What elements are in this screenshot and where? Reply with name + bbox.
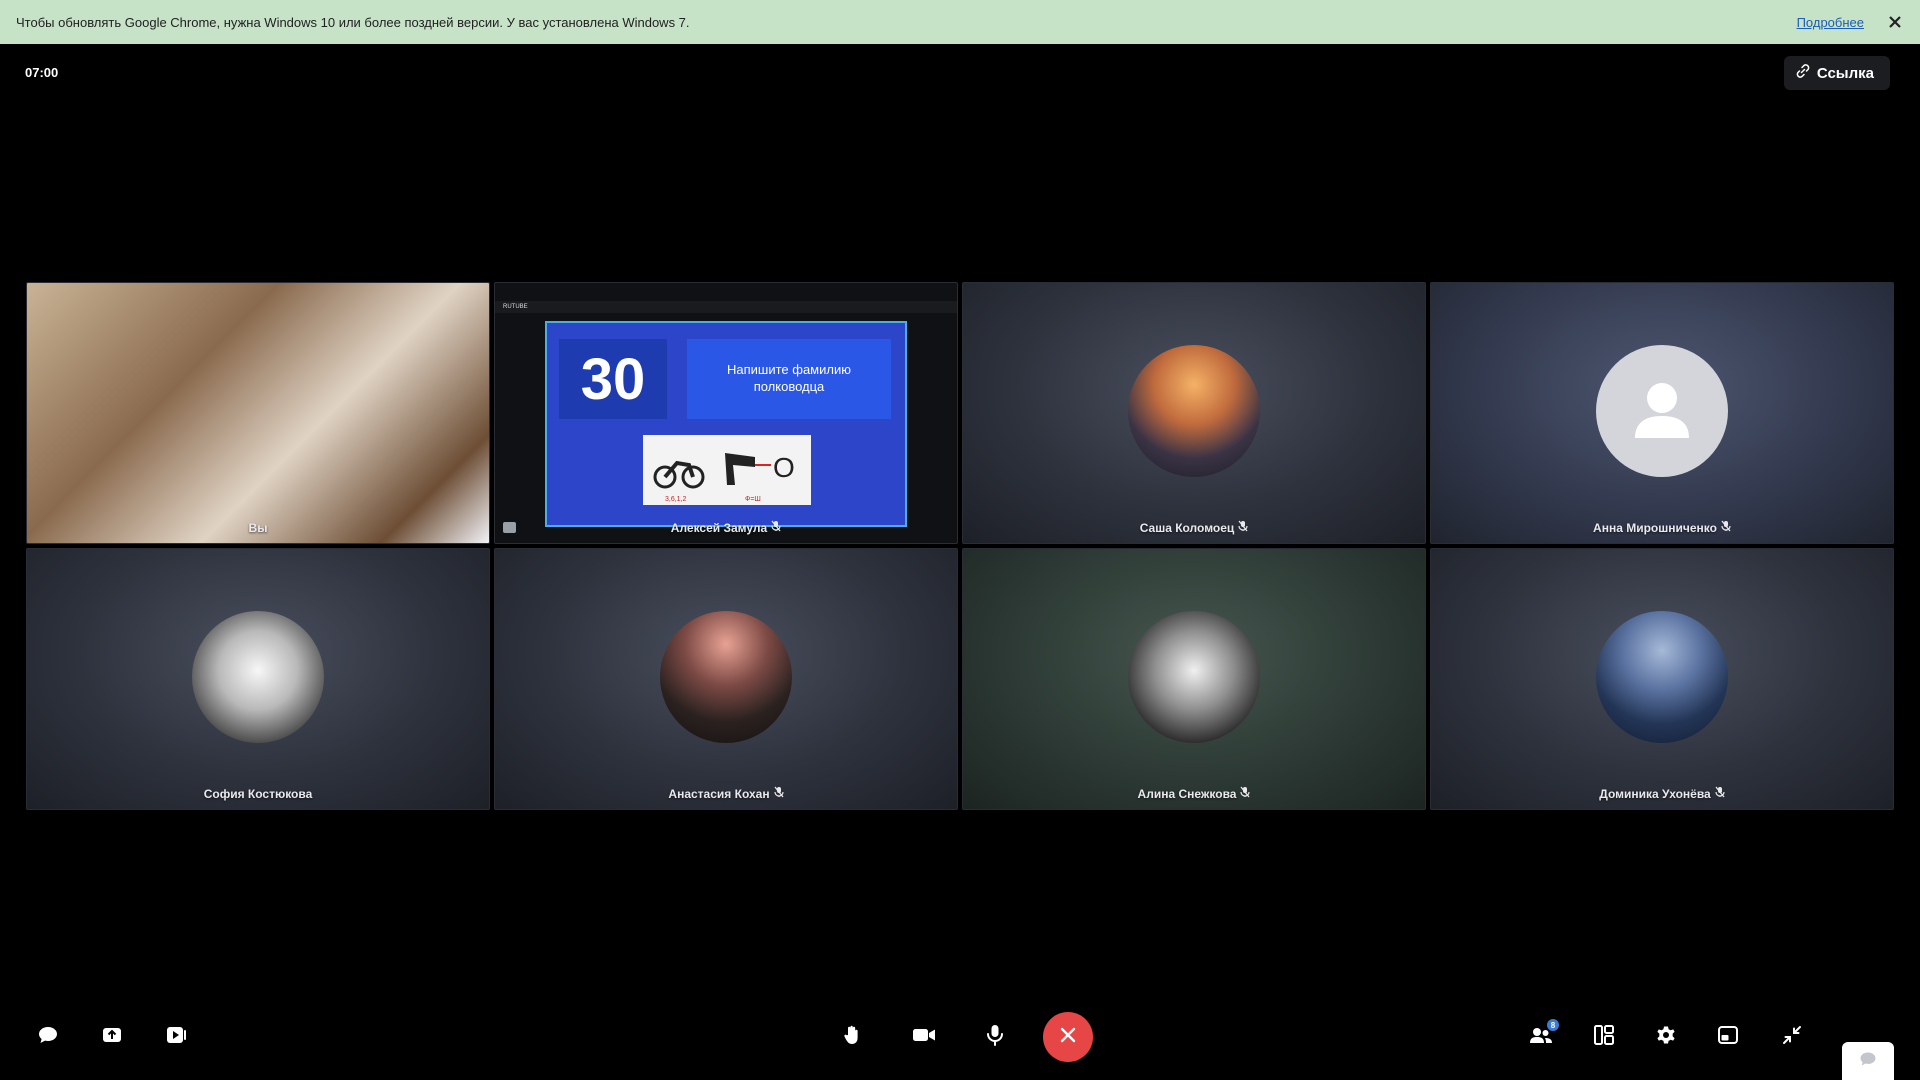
copy-link-label: Ссылка [1816,64,1874,82]
shared-app-header: RUTUBE [495,301,957,313]
chat-bubble-icon [1859,1051,1877,1072]
default-avatar [1596,345,1728,477]
close-icon [1059,1026,1077,1049]
close-icon[interactable] [1886,13,1904,31]
slide-number: 30 [559,339,667,419]
chat-widget-button[interactable] [1842,1042,1894,1080]
picture-in-picture-button[interactable] [1708,1017,1748,1057]
user-silhouette-icon [1627,374,1697,449]
share-video-button[interactable] [156,1017,196,1057]
mic-off-icon [771,520,781,535]
raise-hand-button[interactable] [832,1017,872,1057]
settings-button[interactable] [1646,1017,1686,1057]
share-screen-button[interactable] [92,1017,132,1057]
participant-tile-screen-share[interactable]: RUTUBE 30 Напишите фамилию полководца 3,… [494,282,958,544]
mic-off-icon [773,786,784,801]
mic-off-icon [1240,786,1251,801]
chrome-update-infobar: Чтобы обновлять Google Chrome, нужна Win… [0,0,1920,44]
avatar [1596,611,1728,743]
upload-screen-icon [101,1025,123,1050]
gear-icon [1655,1024,1677,1051]
participant-name: Алексей Замула [495,520,957,535]
participants-count-badge: 8 [1547,1019,1559,1031]
participant-name: Алина Снежкова [963,786,1425,801]
end-call-button[interactable] [1043,1012,1093,1062]
camera-button[interactable] [904,1017,944,1057]
call-toolbar: 8 [0,1002,1920,1080]
chat-bubble-icon [37,1025,59,1050]
slide-caption-left: 3,6,1,2 [665,496,687,503]
collapse-icon [1782,1025,1802,1050]
participant-tile[interactable]: Анна Мирошниченко [1430,282,1894,544]
participant-tile[interactable]: Алина Снежкова [962,548,1426,810]
raise-hand-icon [841,1024,863,1051]
microphone-button[interactable] [975,1017,1015,1057]
copy-link-button[interactable]: Ссылка [1783,56,1890,90]
participant-tile[interactable]: Саша Коломоец [962,282,1426,544]
avatar [1128,611,1260,743]
slide-caption-right: Ф=Ш [745,496,761,503]
infobar-more-link[interactable]: Подробнее [1797,15,1864,30]
participant-name: София Костюкова [203,787,313,801]
shared-slide: 30 Напишите фамилию полководца 3,6,1,2 Ф… [545,321,907,527]
participant-tile[interactable]: София Костюкова [26,548,490,810]
slide-rebus-image: 3,6,1,2 Ф=Ш О [643,435,811,505]
participant-name: Вы [248,521,268,535]
slide-letter: О [773,452,795,483]
avatar [1128,345,1260,477]
participants-grid: Вы RUTUBE 30 Напишите фамилию полководца… [26,282,1895,810]
microphone-icon [986,1024,1004,1051]
call-timer: 07:00 [25,65,59,80]
grid-layout-icon [1593,1024,1615,1051]
participant-name: Саша Коломоец [963,520,1425,535]
play-video-icon [165,1025,187,1050]
participant-name: Доминика Ухонёва [1431,786,1893,801]
chat-button[interactable] [28,1017,68,1057]
exit-fullscreen-button[interactable] [1772,1017,1812,1057]
link-icon [1796,64,1810,82]
avatar [660,611,792,743]
slide-question: Напишите фамилию полководца [687,339,891,419]
mic-off-icon [1715,786,1725,801]
participant-name: Анна Мирошниченко [1431,520,1893,535]
participants-button[interactable]: 8 [1521,1017,1561,1057]
participant-tile[interactable]: Доминика Ухонёва [1430,548,1894,810]
video-camera-icon [912,1026,936,1049]
shared-app-label: RUTUBE [503,304,528,310]
picture-in-picture-icon [1717,1024,1739,1051]
participant-name: Анастасия Кохан [495,786,957,801]
mic-off-icon [1721,520,1731,535]
layout-button[interactable] [1584,1017,1624,1057]
infobar-message: Чтобы обновлять Google Chrome, нужна Win… [16,14,690,30]
participant-tile-self[interactable]: Вы [26,282,490,544]
mic-off-icon [1238,520,1248,535]
avatar [192,611,324,743]
participant-tile[interactable]: Анастасия Кохан [494,548,958,810]
